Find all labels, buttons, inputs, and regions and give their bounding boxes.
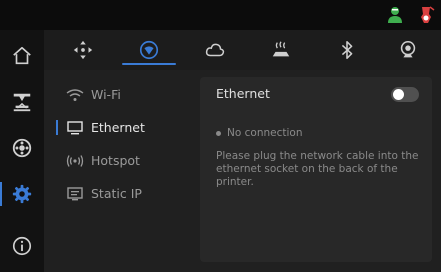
home-icon [13,46,31,65]
network-menu: Wi-Fi Ethernet Hotspot Static IP [56,78,192,210]
connection-status: No connection [216,127,302,139]
settings-gear-icon [12,184,32,204]
hotspot-icon [66,154,84,167]
connection-status-text: No connection [227,127,303,139]
ethernet-toggle[interactable] [391,87,419,102]
sidebar-item-info[interactable] [0,226,44,266]
sidebar-item-filament[interactable] [0,128,44,168]
ethernet-panel: Ethernet No connection Please plug the n… [200,77,432,262]
tab-move-axes[interactable] [50,30,116,70]
toggle-knob [393,89,404,100]
sidebar-item-home[interactable] [0,36,44,76]
status-dot-icon [216,130,221,136]
tab-heated-bed[interactable] [248,30,314,70]
network-settings-content: Wi-Fi Ethernet Hotspot Static IP Etherne… [44,70,441,272]
alert-status-icon[interactable] [416,5,436,25]
move-axes-icon [73,40,93,60]
network-menu-label: Static IP [91,186,142,201]
bluetooth-icon [341,40,353,60]
tab-network[interactable] [116,30,182,70]
panel-title: Ethernet [216,86,270,101]
network-icon [139,40,159,60]
info-icon [12,236,32,256]
tab-bluetooth[interactable] [314,30,380,70]
network-menu-item-hotspot[interactable]: Hotspot [56,144,192,177]
wifi-icon [66,88,84,101]
sidebar-item-settings[interactable] [0,174,44,214]
heated-bed-icon [272,41,290,57]
network-menu-label: Ethernet [91,120,145,135]
static-ip-icon [67,186,83,200]
user-status-icon[interactable] [385,5,405,25]
network-menu-label: Wi-Fi [91,87,121,102]
sidebar [0,30,44,272]
monitor-icon [67,120,83,134]
printer-icon [13,93,31,112]
network-menu-item-ethernet[interactable]: Ethernet [56,111,192,144]
tab-camera[interactable] [375,30,441,70]
sidebar-item-printer[interactable] [0,82,44,122]
tab-bar [44,30,441,70]
top-status-bar [0,0,441,30]
network-menu-label: Hotspot [91,153,140,168]
cloud-icon [205,43,225,57]
network-menu-item-wifi[interactable]: Wi-Fi [56,78,192,111]
camera-icon [400,40,416,58]
network-menu-item-static-ip[interactable]: Static IP [56,177,192,210]
help-text: Please plug the network cable into the e… [216,150,419,188]
tab-cloud[interactable] [182,30,248,70]
filament-spool-icon [12,138,32,158]
